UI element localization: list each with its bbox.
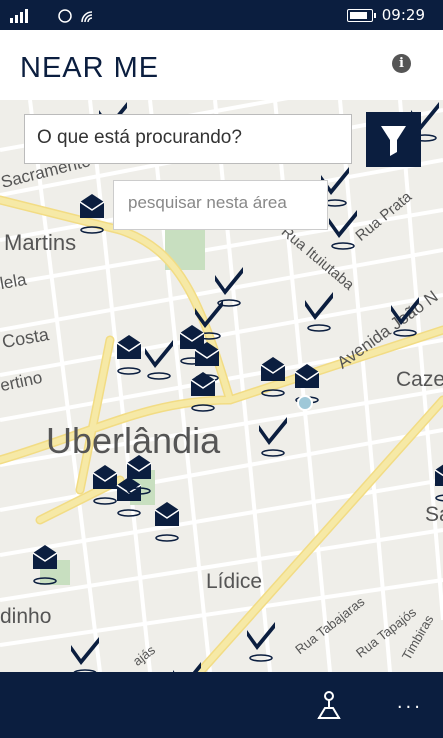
page-title: NEAR ME [20,52,160,84]
check-pin-icon[interactable] [244,620,278,664]
check-pin-icon[interactable] [170,660,204,672]
mail-pin-icon[interactable] [150,500,184,544]
battery-icon [347,9,376,22]
map-label: Sa [425,503,443,526]
check-pin-icon[interactable] [68,635,102,672]
mail-pin-icon[interactable] [122,453,156,497]
check-pin-icon[interactable] [388,295,422,339]
search-this-area-label: pesquisar nesta área [128,193,287,212]
mail-pin-icon[interactable] [28,543,62,587]
more-button[interactable]: ... [397,692,423,713]
info-icon[interactable]: i [392,54,411,73]
mail-pin-icon[interactable] [112,333,146,377]
signal-icons [10,9,93,23]
map-label: dinho [0,605,52,628]
search-this-area-button[interactable]: pesquisar nesta área [113,180,328,230]
app-header: NEAR ME i [0,30,443,100]
map-label: Caze [396,368,443,391]
search-placeholder: O que está procurando? [37,127,242,148]
mail-pin-icon[interactable] [186,370,220,414]
app-bar: ... [0,672,443,738]
check-pin-icon[interactable] [142,338,176,382]
clock: 09:29 [381,6,425,24]
mail-pin-icon[interactable] [256,355,290,399]
filter-button[interactable] [366,112,421,167]
current-location-icon [297,395,313,411]
mail-pin-icon[interactable] [430,460,443,504]
check-pin-icon[interactable] [326,208,360,252]
check-pin-icon[interactable] [256,415,290,459]
filter-icon [381,126,406,156]
directions-icon[interactable] [314,690,344,720]
search-input[interactable]: O que está procurando? [24,114,352,164]
status-bar: 09:29 [0,0,443,30]
map-label: Lídice [206,570,263,593]
map-label: Martins [4,230,77,255]
check-pin-icon[interactable] [302,290,336,334]
mail-pin-icon[interactable] [75,192,109,236]
